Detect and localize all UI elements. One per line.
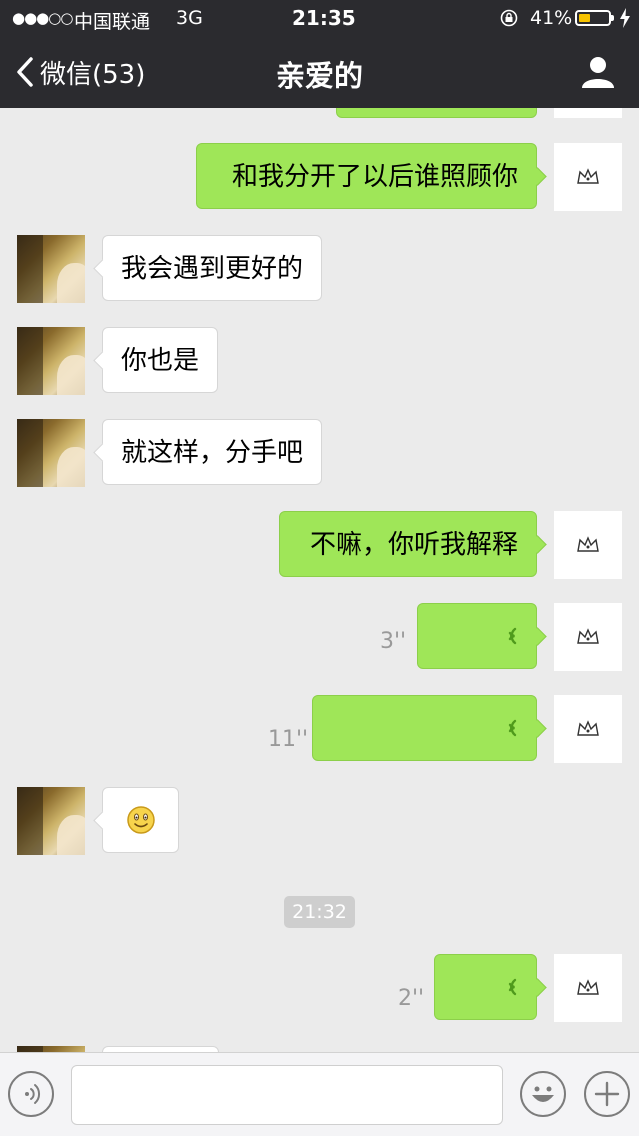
message-text: 不嘛，你听我解释 [309, 530, 518, 560]
outgoing-voice-bubble[interactable] [434, 954, 537, 1020]
signal-strength-icon: ●●●○○ [12, 9, 73, 27]
message-text: 就这样，分手吧 [121, 438, 304, 468]
voice-wave-icon [508, 719, 517, 736]
outgoing-text-bubble[interactable]: 和我分开了以后谁照顾你 [196, 143, 537, 209]
smile-emoji-icon [126, 805, 155, 834]
crown-icon [577, 536, 599, 552]
battery-tip [611, 15, 614, 21]
chat-timestamp: 21:32 [284, 896, 355, 928]
battery-icon [575, 10, 611, 26]
self-avatar[interactable] [554, 695, 622, 763]
self-avatar[interactable] [554, 954, 622, 1022]
crown-icon [577, 720, 599, 736]
outgoing-text-bubble[interactable]: 不嘛，你听我解释 [279, 511, 537, 577]
voice-duration: 2'' [398, 986, 425, 1011]
more-options-button[interactable] [584, 1071, 630, 1117]
incoming-text-bubble[interactable]: 我会遇到更好的 [102, 235, 323, 301]
battery-level-fill [579, 14, 590, 22]
status-bar: ●●●○○ 中国联通 3G 21:35 41% [0, 0, 639, 36]
plus-icon [594, 1081, 620, 1107]
battery-percentage: 41% [530, 7, 573, 29]
emoji-button[interactable] [520, 1071, 566, 1117]
contact-profile-icon[interactable] [578, 52, 618, 92]
voice-wave-icon [25, 1084, 41, 1104]
contact-avatar[interactable] [17, 419, 85, 487]
voice-duration: 3'' [380, 629, 407, 654]
network-type: 3G [176, 7, 203, 29]
nav-bar: 微信(53) 亲爱的 [0, 36, 639, 108]
voice-input-toggle-button[interactable] [8, 1071, 54, 1117]
outgoing-voice-bubble[interactable] [312, 695, 537, 761]
contact-avatar[interactable] [17, 787, 85, 855]
charging-bolt-icon [620, 8, 630, 28]
message-input[interactable] [71, 1065, 503, 1125]
voice-wave-icon [508, 978, 517, 995]
chat-title: 亲爱的 [275, 59, 363, 93]
incoming-text-bubble[interactable]: 你也是 [102, 327, 219, 393]
crown-icon [577, 979, 599, 995]
chat-area[interactable]: 和我分开了以后谁照顾你 我会遇到更好的 你也是 就这样，分手吧 不嘛，你听我解释 [0, 108, 639, 1052]
status-time: 21:35 [292, 6, 356, 30]
voice-duration: 11'' [268, 727, 309, 752]
message-text: 我会遇到更好的 [121, 254, 304, 284]
contact-avatar[interactable] [17, 327, 85, 395]
message-text: 你也是 [121, 346, 200, 376]
crown-icon [577, 628, 599, 644]
message-text: 和我分开了以后谁照顾你 [231, 162, 518, 192]
input-bar [0, 1052, 639, 1136]
header: ●●●○○ 中国联通 3G 21:35 41% 微信(53) 亲爱的 [0, 0, 639, 108]
incoming-emoji-bubble[interactable] [102, 787, 179, 853]
crown-icon [577, 168, 599, 184]
smiley-icon [532, 1086, 554, 1102]
carrier-name: 中国联通 [74, 11, 151, 33]
voice-wave-icon [508, 627, 517, 644]
outgoing-voice-bubble[interactable] [417, 603, 537, 669]
rotation-lock-icon [500, 9, 518, 27]
self-avatar[interactable] [554, 511, 622, 579]
self-avatar[interactable] [554, 108, 622, 118]
self-avatar[interactable] [554, 143, 622, 211]
contact-avatar[interactable] [17, 235, 85, 303]
outgoing-bubble-partial[interactable] [336, 108, 537, 118]
incoming-text-bubble[interactable]: 就这样，分手吧 [102, 419, 323, 485]
self-avatar[interactable] [554, 603, 622, 671]
